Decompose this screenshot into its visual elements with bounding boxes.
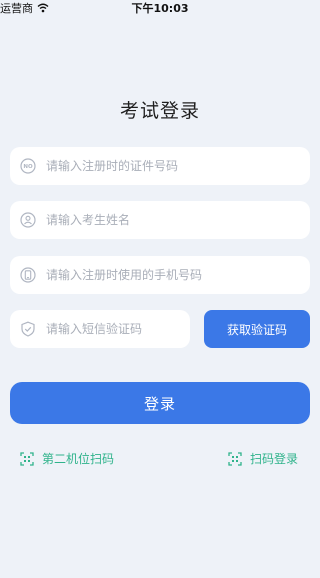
id-number-field[interactable]: NO [10,147,310,185]
second-position-scan-link[interactable]: 第二机位扫码 [20,450,114,467]
login-button[interactable]: 登录 [10,382,310,424]
get-code-button[interactable]: 获取验证码 [204,310,310,348]
status-time: 下午10:03 [131,2,189,15]
name-input[interactable] [44,212,288,228]
scan-login-label: 扫码登录 [250,452,299,466]
scan-qr-icon [20,451,34,466]
user-icon [20,212,36,228]
sms-code-field[interactable] [10,310,190,348]
phone-field[interactable] [10,256,310,294]
phone-input[interactable] [44,267,288,283]
shield-check-icon [20,321,36,337]
status-bar: 运营商 下午10:03 [0,0,320,18]
scan-qr-icon [228,451,242,466]
phone-icon [20,267,36,283]
scan-login-link[interactable]: 扫码登录 [228,450,298,467]
id-card-icon: NO [20,158,36,174]
sms-code-input[interactable] [44,321,188,337]
id-number-input[interactable] [44,158,288,174]
name-field[interactable] [10,201,310,239]
second-position-scan-label: 第二机位扫码 [42,452,115,466]
svg-text:NO: NO [23,164,33,170]
page-title: 考试登录 [119,100,200,122]
